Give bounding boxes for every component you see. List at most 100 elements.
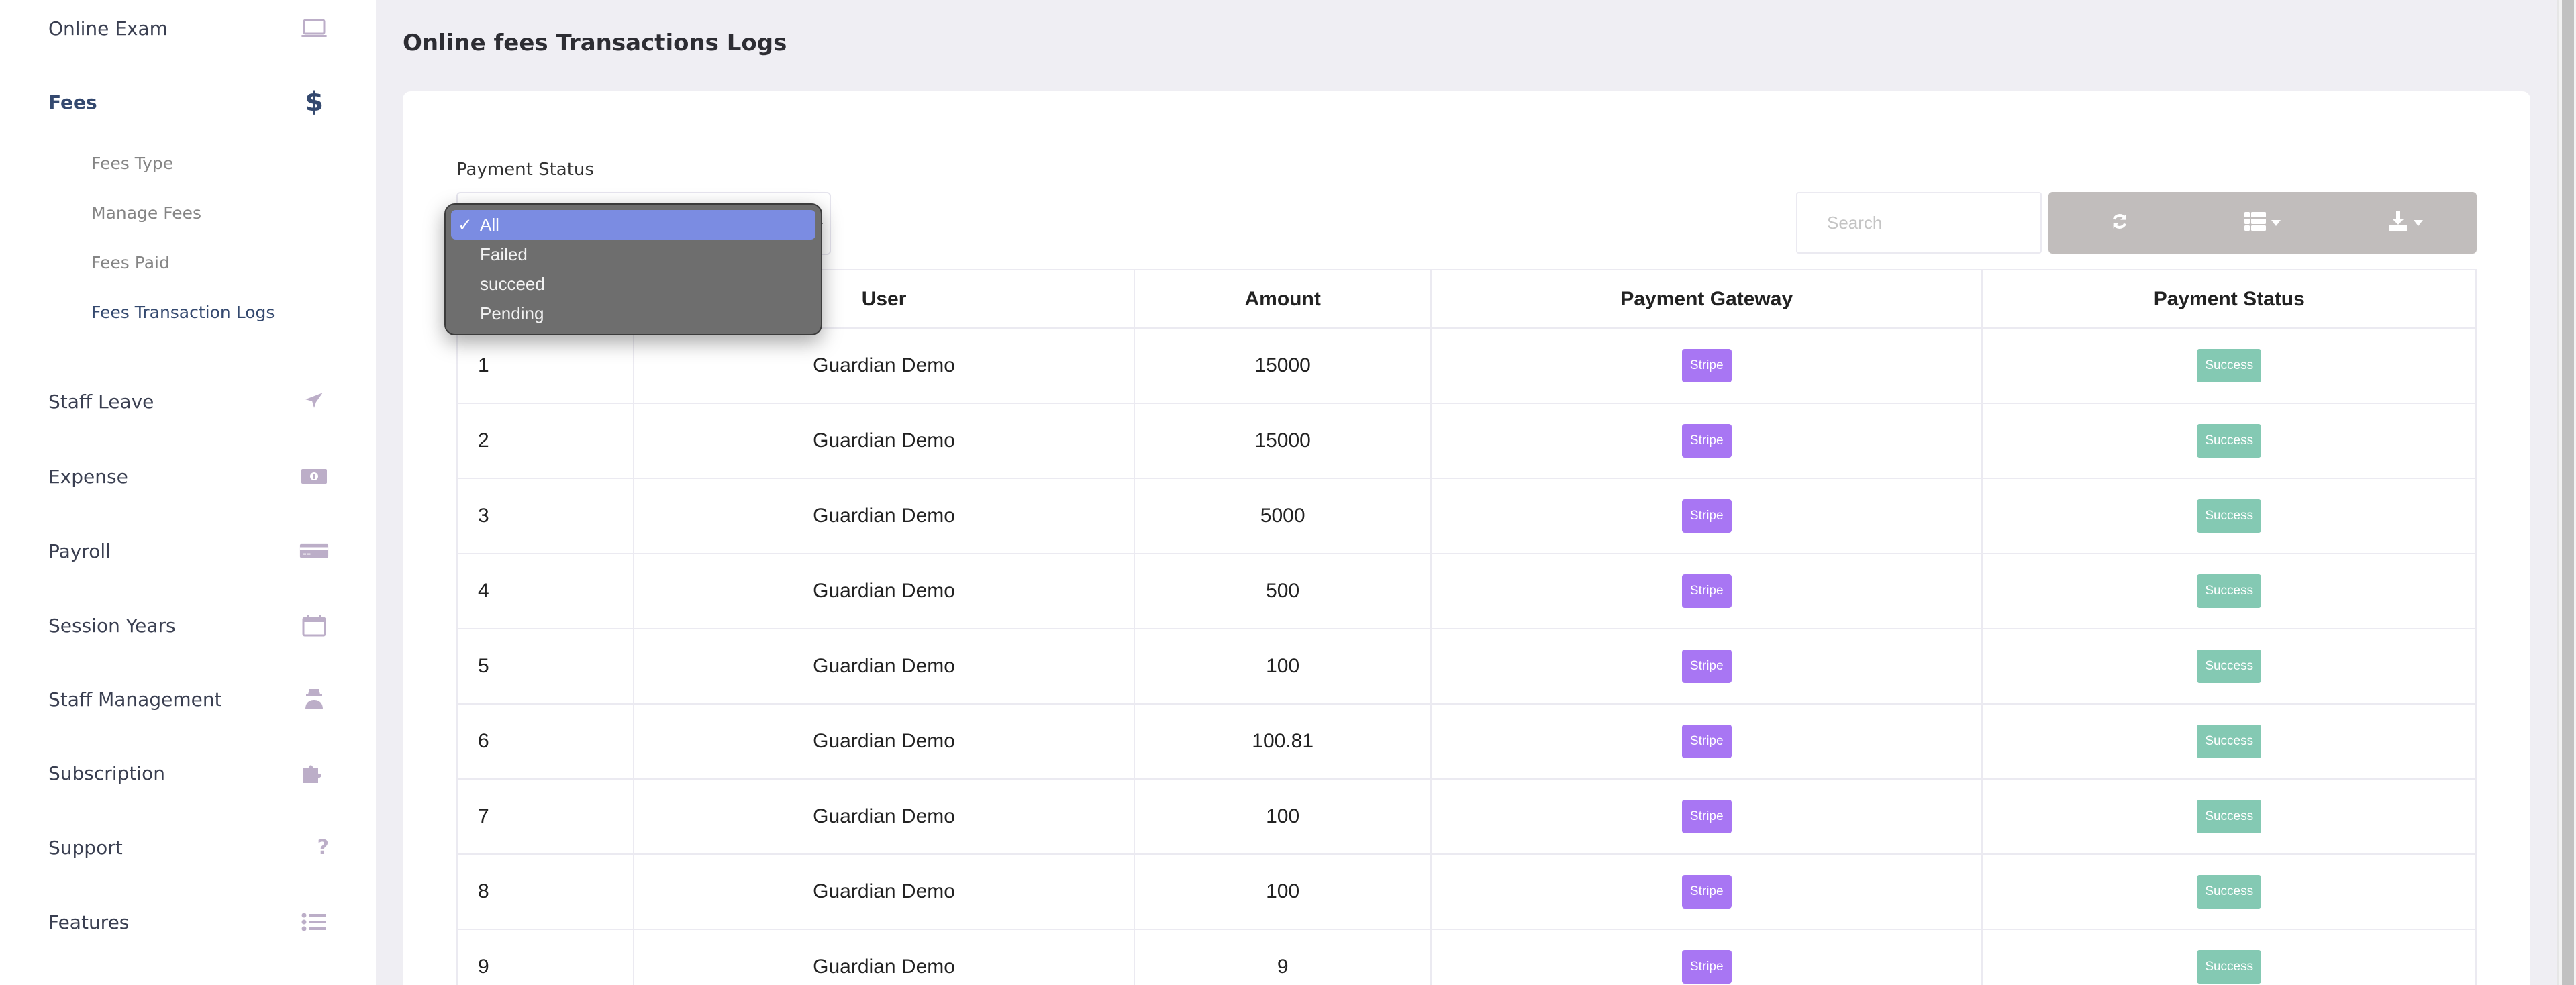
cell-gateway-badge: Stripe bbox=[1681, 574, 1732, 608]
cell-status: Success bbox=[1981, 553, 2477, 629]
cell-status: Success bbox=[1981, 478, 2477, 554]
cell-gateway: Stripe bbox=[1430, 327, 1983, 404]
sidebar-item-label: Fees bbox=[48, 91, 97, 113]
dropdown-option-pending[interactable]: Pending bbox=[451, 299, 815, 328]
list-icon bbox=[299, 907, 329, 937]
sidebar-item-staff-leave[interactable]: Staff Leave bbox=[48, 381, 329, 421]
money-bill-icon bbox=[299, 462, 329, 491]
cell-status-badge: Success bbox=[2197, 499, 2262, 533]
sidebar-item-payroll[interactable]: Payroll bbox=[48, 531, 329, 571]
cell-gateway: Stripe bbox=[1430, 703, 1983, 780]
search-input[interactable] bbox=[1796, 192, 2042, 254]
payment-status-dropdown: ✓ All Failed succeed Pending bbox=[444, 203, 822, 335]
download-icon bbox=[2388, 211, 2408, 234]
column-header-payment-status[interactable]: Payment Status bbox=[1981, 269, 2477, 329]
sidebar-subitem-manage-fees[interactable]: Manage Fees bbox=[91, 199, 201, 226]
cell-status-badge: Success bbox=[2197, 574, 2262, 608]
dropdown-option-failed[interactable]: Failed bbox=[451, 240, 815, 269]
sidebar-item-label: Staff Management bbox=[48, 688, 222, 711]
table-row[interactable]: 8 Guardian Demo 100 Stripe Success bbox=[456, 853, 2477, 930]
scrollbar-thumb[interactable] bbox=[2562, 0, 2574, 985]
cell-status: Success bbox=[1981, 853, 2477, 930]
cell-gateway-badge: Stripe bbox=[1681, 875, 1732, 909]
columns-toggle-button[interactable] bbox=[2191, 192, 2334, 254]
cell-gateway-badge: Stripe bbox=[1681, 800, 1732, 833]
sidebar-subitem-fees-transaction-logs[interactable]: Fees Transaction Logs bbox=[91, 299, 275, 325]
page-scrollbar[interactable] bbox=[2557, 0, 2576, 985]
sidebar-item-label: Payroll bbox=[48, 539, 111, 562]
column-header-amount[interactable]: Amount bbox=[1134, 269, 1432, 329]
sidebar: Online Exam Fees $ Fees Type Manage Fees… bbox=[0, 0, 376, 985]
cell-no: 3 bbox=[456, 478, 634, 554]
plane-icon bbox=[299, 386, 329, 416]
cell-status: Success bbox=[1981, 703, 2477, 780]
option-label: succeed bbox=[480, 274, 545, 294]
column-header-payment-gateway[interactable]: Payment Gateway bbox=[1430, 269, 1983, 329]
cell-user: Guardian Demo bbox=[632, 703, 1136, 780]
table-row[interactable]: 7 Guardian Demo 100 Stripe Success bbox=[456, 778, 2477, 855]
cell-amount: 100 bbox=[1134, 628, 1432, 705]
cell-user: Guardian Demo bbox=[632, 929, 1136, 985]
laptop-icon bbox=[299, 13, 329, 43]
cell-status-badge: Success bbox=[2197, 875, 2262, 909]
sidebar-item-fees[interactable]: Fees $ bbox=[48, 82, 329, 122]
cell-no: 2 bbox=[456, 403, 634, 479]
cell-gateway: Stripe bbox=[1430, 403, 1983, 479]
check-icon: ✓ bbox=[458, 215, 473, 235]
option-label: All bbox=[480, 215, 499, 235]
table-row[interactable]: 3 Guardian Demo 5000 Stripe Success bbox=[456, 478, 2477, 554]
cell-status: Success bbox=[1981, 403, 2477, 479]
refresh-icon bbox=[2110, 211, 2129, 234]
sidebar-item-features[interactable]: Features bbox=[48, 902, 329, 942]
table-row[interactable]: 4 Guardian Demo 500 Stripe Success bbox=[456, 553, 2477, 629]
sidebar-item-support[interactable]: Support ? bbox=[48, 827, 329, 868]
cell-user: Guardian Demo bbox=[632, 403, 1136, 479]
cell-gateway: Stripe bbox=[1430, 929, 1983, 985]
cell-no: 8 bbox=[456, 853, 634, 930]
sidebar-subitem-fees-type[interactable]: Fees Type bbox=[91, 150, 173, 176]
cell-gateway: Stripe bbox=[1430, 553, 1983, 629]
sidebar-subitem-fees-paid[interactable]: Fees Paid bbox=[91, 249, 170, 276]
cell-user: Guardian Demo bbox=[632, 778, 1136, 855]
cell-status-badge: Success bbox=[2197, 800, 2262, 833]
cell-status-badge: Success bbox=[2197, 349, 2262, 382]
cell-amount: 15000 bbox=[1134, 403, 1432, 479]
cell-amount: 100 bbox=[1134, 778, 1432, 855]
cell-no: 1 bbox=[456, 327, 634, 404]
cell-no: 5 bbox=[456, 628, 634, 705]
sidebar-item-staff-management[interactable]: Staff Management bbox=[48, 679, 329, 719]
cell-status: Success bbox=[1981, 628, 2477, 705]
cell-gateway-badge: Stripe bbox=[1681, 725, 1732, 758]
table-toolbar bbox=[2048, 192, 2477, 254]
sidebar-item-label: Features bbox=[48, 911, 130, 933]
cell-no: 7 bbox=[456, 778, 634, 855]
cell-status-badge: Success bbox=[2197, 950, 2262, 984]
cell-gateway-badge: Stripe bbox=[1681, 950, 1732, 984]
sidebar-item-online-exam[interactable]: Online Exam bbox=[48, 8, 329, 48]
export-button[interactable] bbox=[2334, 192, 2477, 254]
table-row[interactable]: 9 Guardian Demo 9 Stripe Success bbox=[456, 929, 2477, 985]
credit-card-icon bbox=[299, 536, 329, 566]
table-row[interactable]: 6 Guardian Demo 100.81 Stripe Success bbox=[456, 703, 2477, 780]
sidebar-item-label: Subscription bbox=[48, 762, 165, 784]
caret-down-icon bbox=[2413, 219, 2423, 226]
refresh-button[interactable] bbox=[2048, 192, 2191, 254]
cell-gateway: Stripe bbox=[1430, 628, 1983, 705]
sidebar-item-session-years[interactable]: Session Years bbox=[48, 605, 329, 645]
dropdown-option-succeed[interactable]: succeed bbox=[451, 269, 815, 299]
sidebar-item-expense[interactable]: Expense bbox=[48, 456, 329, 497]
dropdown-option-all[interactable]: ✓ All bbox=[451, 210, 815, 240]
table-row[interactable]: 1 Guardian Demo 15000 Stripe Success bbox=[456, 327, 2477, 404]
cell-user: Guardian Demo bbox=[632, 853, 1136, 930]
cell-amount: 5000 bbox=[1134, 478, 1432, 554]
sidebar-item-label: Expense bbox=[48, 465, 128, 488]
sidebar-item-subscription[interactable]: Subscription bbox=[48, 753, 329, 793]
sidebar-item-label: Online Exam bbox=[48, 17, 168, 40]
cell-status: Success bbox=[1981, 327, 2477, 404]
table-row[interactable]: 2 Guardian Demo 15000 Stripe Success bbox=[456, 403, 2477, 479]
table-row[interactable]: 5 Guardian Demo 100 Stripe Success bbox=[456, 628, 2477, 705]
cell-user: Guardian Demo bbox=[632, 553, 1136, 629]
cell-amount: 9 bbox=[1134, 929, 1432, 985]
cell-gateway-badge: Stripe bbox=[1681, 349, 1732, 382]
cell-amount: 100 bbox=[1134, 853, 1432, 930]
